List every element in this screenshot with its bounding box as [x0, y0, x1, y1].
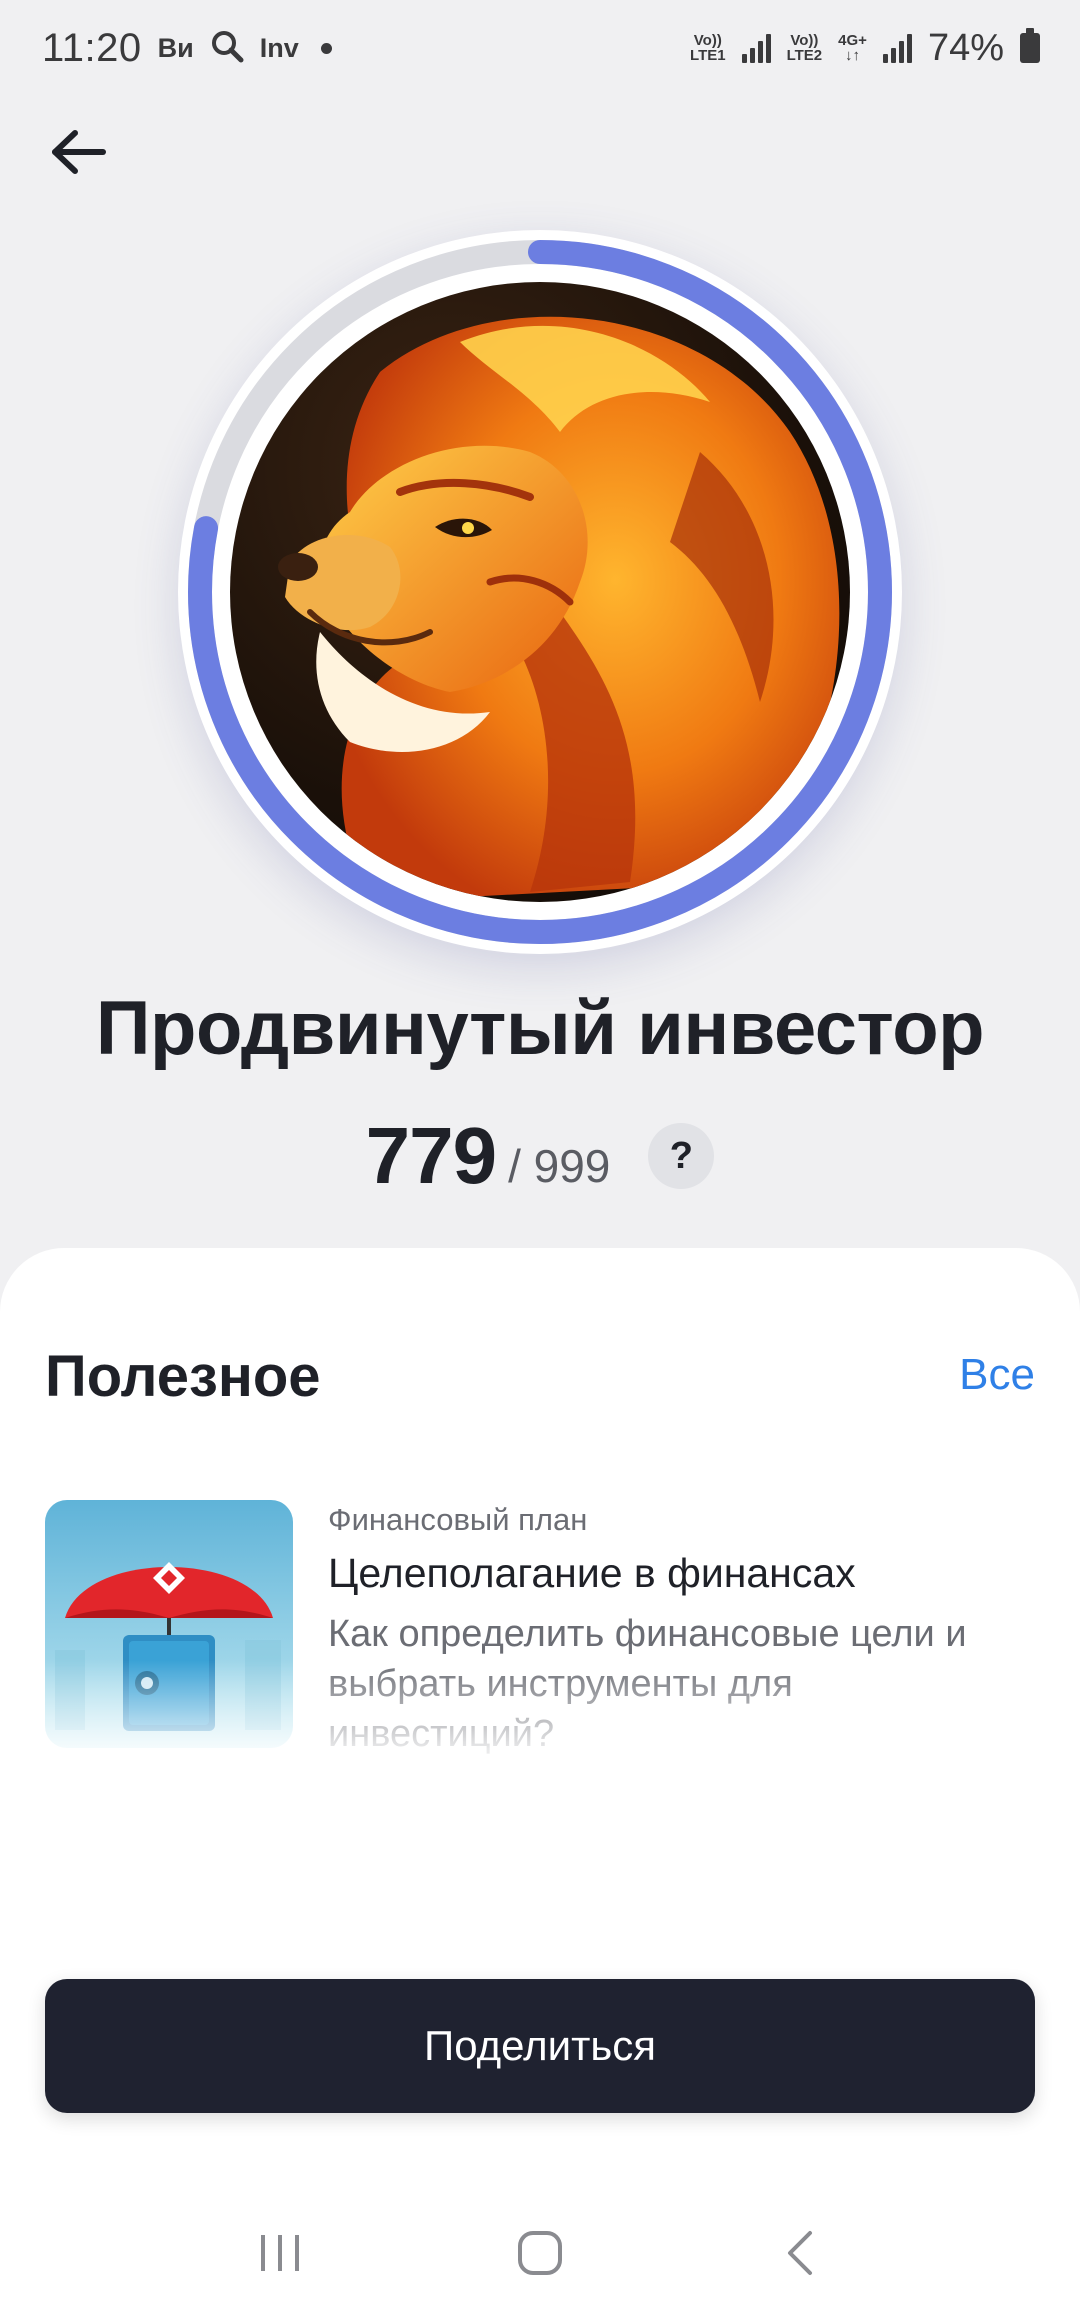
signal-icon: [741, 33, 771, 63]
home-icon: [518, 2231, 562, 2275]
score-current: 779: [365, 1111, 497, 1200]
recents-icon: [261, 2235, 299, 2271]
system-back-button[interactable]: [755, 2208, 845, 2298]
score-total: / 999: [508, 1140, 611, 1192]
system-nav-bar: [0, 2190, 1080, 2316]
notification-dot-icon: [320, 42, 332, 54]
useful-sheet: Полезное Все Финансовый план Целеполаган…: [0, 1248, 1080, 2316]
status-left: 11:20 Ви Inv: [42, 26, 332, 71]
home-button[interactable]: [495, 2208, 585, 2298]
article-description: Как определить финансовые цели и выбрать…: [328, 1613, 967, 1755]
article-title: Целеполагание в финансах: [328, 1550, 856, 1596]
help-button[interactable]: ?: [648, 1123, 715, 1189]
section-title: Полезное: [45, 1344, 321, 1409]
article-text: Риски Инвестиционный риск Что такое инве…: [328, 1810, 1028, 1967]
battery-icon: [1020, 28, 1040, 63]
article-category: Финансовый план: [328, 1502, 588, 1537]
article-item[interactable]: Финансовый план Целеполагание в финансах…: [45, 1500, 1035, 1760]
article-title: Инвестиционный риск: [328, 1858, 749, 1904]
level-title: Продвинутый инвестор: [95, 986, 985, 1071]
status-bar: 11:20 Ви Inv Vo)) LTE1 Vo)) LTE2 4G+ ↓↑ …: [0, 0, 1080, 96]
article-category: Риски: [328, 1810, 413, 1845]
recents-button[interactable]: [235, 2208, 325, 2298]
article-description: Что такое инвестиционный риск?: [328, 1921, 916, 1963]
sim1-label: Vo)) LTE1: [690, 32, 726, 64]
search-icon: [210, 29, 244, 68]
app-badge-vi: Ви: [157, 32, 194, 63]
status-right: Vo)) LTE1 Vo)) LTE2 4G+ ↓↑ 74%: [690, 27, 1040, 70]
lion-avatar: [230, 282, 850, 902]
signal-icon: [882, 33, 912, 63]
back-button[interactable]: [30, 112, 126, 192]
see-all-link[interactable]: Все: [959, 1350, 1035, 1400]
data-label: 4G+ ↓↑: [838, 32, 867, 64]
system-back-icon: [788, 2231, 812, 2275]
umbrella-safe-image: [45, 1500, 293, 1748]
sim2-label: Vo)) LTE2: [786, 32, 823, 64]
avatar-progress-ring: [178, 230, 902, 954]
article-item[interactable]: Риски Инвестиционный риск Что такое инве…: [45, 1808, 1035, 1978]
battery-percent: 74%: [927, 26, 1004, 69]
red-safe-image: [45, 1808, 293, 1978]
share-button[interactable]: Поделиться: [45, 1979, 1035, 2113]
article-text: Финансовый план Целеполагание в финансах…: [328, 1502, 1028, 1759]
status-time: 11:20: [42, 25, 142, 70]
app-badge-inv: Inv: [259, 32, 299, 63]
arrow-left-icon: [52, 130, 106, 174]
score-row: 779 / 999 ?: [0, 1110, 1080, 1202]
